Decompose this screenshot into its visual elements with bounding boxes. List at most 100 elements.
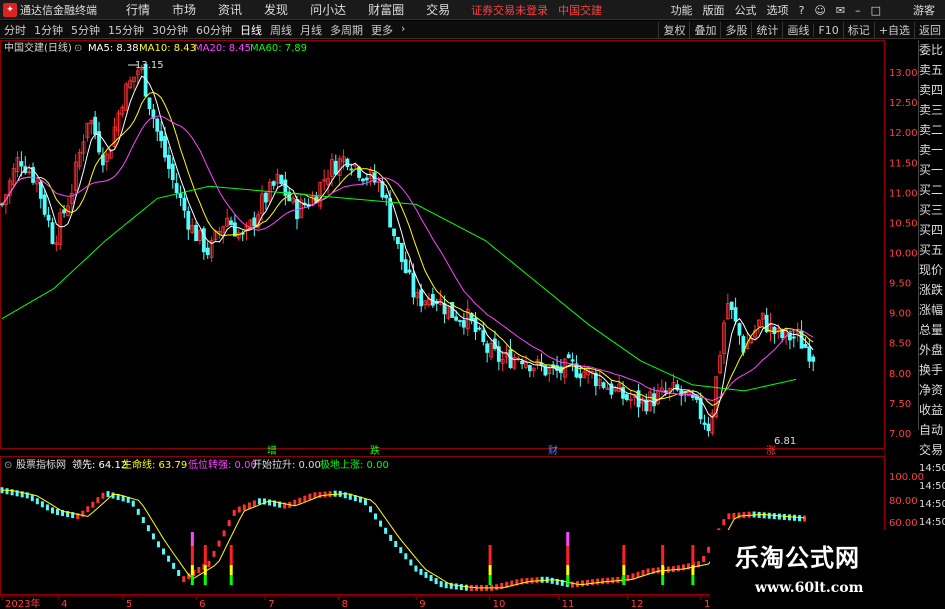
user-icon[interactable]: ☺ — [809, 4, 830, 17]
menu-options[interactable]: 选项 — [762, 2, 794, 18]
period-weekly[interactable]: 周线 — [266, 22, 296, 38]
event-mark[interactable]: 涨 — [766, 445, 776, 457]
indicator-bar — [762, 512, 766, 519]
tool-overlay[interactable]: 叠加 — [689, 22, 720, 38]
side-panel-row[interactable]: 交易 — [919, 440, 945, 460]
main-menu: 行情 市场 资讯 发现 问小达 财富圈 交易 — [115, 1, 461, 18]
candle-body — [170, 163, 175, 181]
candle-body — [481, 330, 486, 343]
side-panel-row[interactable]: 换手 — [919, 360, 945, 380]
side-panel-row[interactable]: 卖二 — [919, 120, 945, 140]
side-panel-row[interactable]: 总量 — [919, 320, 945, 340]
indicator-bar — [424, 571, 428, 578]
tool-add-watchlist[interactable]: +自选 — [873, 22, 914, 38]
side-panel-row[interactable]: 卖一 — [919, 140, 945, 160]
message-icon[interactable]: ✉ — [831, 4, 850, 17]
period-daily[interactable]: 日线 — [236, 22, 266, 38]
maximize-icon[interactable]: □ — [866, 4, 886, 17]
side-panel-row[interactable]: 买三 — [919, 200, 945, 220]
tool-back[interactable]: 返回 — [914, 22, 945, 38]
indicator-bar — [374, 513, 378, 520]
tool-stats[interactable]: 统计 — [751, 22, 782, 38]
menu-discover[interactable]: 发现 — [253, 1, 299, 18]
chevron-right-icon[interactable]: › — [397, 22, 409, 38]
menu-layout[interactable]: 版面 — [698, 2, 730, 18]
period-tick[interactable]: 分时 — [0, 22, 30, 38]
minimize-icon[interactable]: – — [850, 4, 866, 17]
x-tick-label: 4 — [61, 599, 67, 609]
side-panel-row[interactable]: 买二 — [919, 180, 945, 200]
indicator-bar — [606, 577, 610, 584]
side-panel-row[interactable]: 卖三 — [919, 100, 945, 120]
period-5min[interactable]: 5分钟 — [67, 22, 104, 38]
candle-body — [527, 365, 532, 372]
period-1min[interactable]: 1分钟 — [30, 22, 67, 38]
side-panel-row[interactable]: 收益 — [919, 400, 945, 420]
period-30min[interactable]: 30分钟 — [148, 22, 192, 38]
candle-body — [807, 346, 812, 362]
indicator-bar — [298, 497, 302, 504]
side-panel-row[interactable]: 涨跌 — [919, 280, 945, 300]
indicator-bar — [454, 583, 458, 590]
side-panel-row[interactable]: 卖五 — [919, 60, 945, 80]
title-bar: ✦ 通达信金融终端 行情 市场 资讯 发现 问小达 财富圈 交易 证券交易未登录… — [0, 0, 945, 20]
moving-averages — [1, 75, 814, 418]
indicator-collapse-icon[interactable]: ⊙ — [4, 460, 12, 471]
period-more[interactable]: 更多 — [367, 22, 397, 38]
side-panel-row[interactable]: 外盘 — [919, 340, 945, 360]
tool-draw[interactable]: 画线 — [782, 22, 813, 38]
side-panel-row[interactable]: 买一 — [919, 160, 945, 180]
help-icon[interactable]: ? — [794, 4, 810, 17]
indicator-bar — [45, 504, 49, 511]
menu-trade[interactable]: 交易 — [415, 1, 461, 18]
side-panel-row[interactable]: 委比 — [919, 40, 945, 60]
side-panel-row[interactable]: 现价 — [919, 260, 945, 280]
tool-mark[interactable]: 标记 — [842, 22, 874, 38]
event-mark[interactable]: 财 — [548, 444, 558, 457]
candle-body — [46, 214, 51, 221]
side-panel-row[interactable]: 涨幅 — [919, 300, 945, 320]
candle-body — [50, 222, 55, 244]
signal-bar — [190, 565, 194, 575]
tool-multi-stock[interactable]: 多股 — [720, 22, 751, 38]
collapse-icon[interactable]: ⊙ — [74, 43, 82, 54]
ma60-label: MA60: 7.89 — [250, 43, 307, 54]
candle-body — [399, 242, 404, 262]
period-60min[interactable]: 60分钟 — [192, 22, 236, 38]
candle-body — [19, 161, 24, 167]
kline-chart[interactable]: 中国交建(日线) ⊙ MA5: 8.38 MA10: 8.43 MA20: 8.… — [0, 40, 945, 609]
side-panel-row[interactable]: 买四 — [919, 220, 945, 240]
indicator-bar — [611, 577, 615, 584]
menu-formula[interactable]: 公式 — [730, 2, 762, 18]
period-multi[interactable]: 多周期 — [326, 22, 367, 38]
quote-side-panel: 委比 卖五 卖四 卖三 卖二 卖一 买一 买二 买三 买四 买五 现价 涨跌 涨幅 总量 外盘 换手 净资 收益 自动… — [918, 40, 945, 564]
event-mark[interactable]: 增 — [267, 444, 277, 457]
signal-bar — [190, 532, 194, 546]
menu-news[interactable]: 资讯 — [207, 1, 253, 18]
tool-f10[interactable]: F10 — [813, 23, 842, 37]
side-panel-row[interactable]: 买五 — [919, 240, 945, 260]
indicator-bar — [540, 576, 544, 583]
side-panel-row[interactable]: 卖四 — [919, 80, 945, 100]
candle-body — [811, 356, 816, 362]
x-tick-label: 2023年 — [5, 597, 40, 609]
login-status[interactable]: 证券交易未登录 — [471, 2, 548, 18]
tool-adjust[interactable]: 复权 — [658, 22, 689, 38]
menu-market[interactable]: 市场 — [161, 1, 207, 18]
watermark-url: www.60lt.com — [755, 580, 864, 596]
side-panel-row[interactable]: 净资 — [919, 380, 945, 400]
candle-body — [229, 220, 233, 226]
right-menu: 功能 版面 公式 选项 ? ☺ ✉ – □ 游客 — [666, 0, 945, 20]
menu-assistant[interactable]: 问小达 — [299, 1, 357, 18]
menu-quotes[interactable]: 行情 — [115, 1, 161, 18]
period-15min[interactable]: 15分钟 — [104, 22, 148, 38]
menu-wealth[interactable]: 财富圈 — [357, 1, 415, 18]
side-panel-row[interactable]: 自动 — [919, 420, 945, 440]
price-tick-label: 8.50 — [889, 339, 911, 350]
indicator-bar — [96, 497, 100, 504]
guest-label[interactable]: 游客 — [908, 2, 945, 18]
event-mark[interactable]: 跌 — [370, 444, 380, 457]
period-monthly[interactable]: 月线 — [296, 22, 326, 38]
signal-bar — [229, 545, 233, 565]
menu-function[interactable]: 功能 — [666, 2, 698, 18]
